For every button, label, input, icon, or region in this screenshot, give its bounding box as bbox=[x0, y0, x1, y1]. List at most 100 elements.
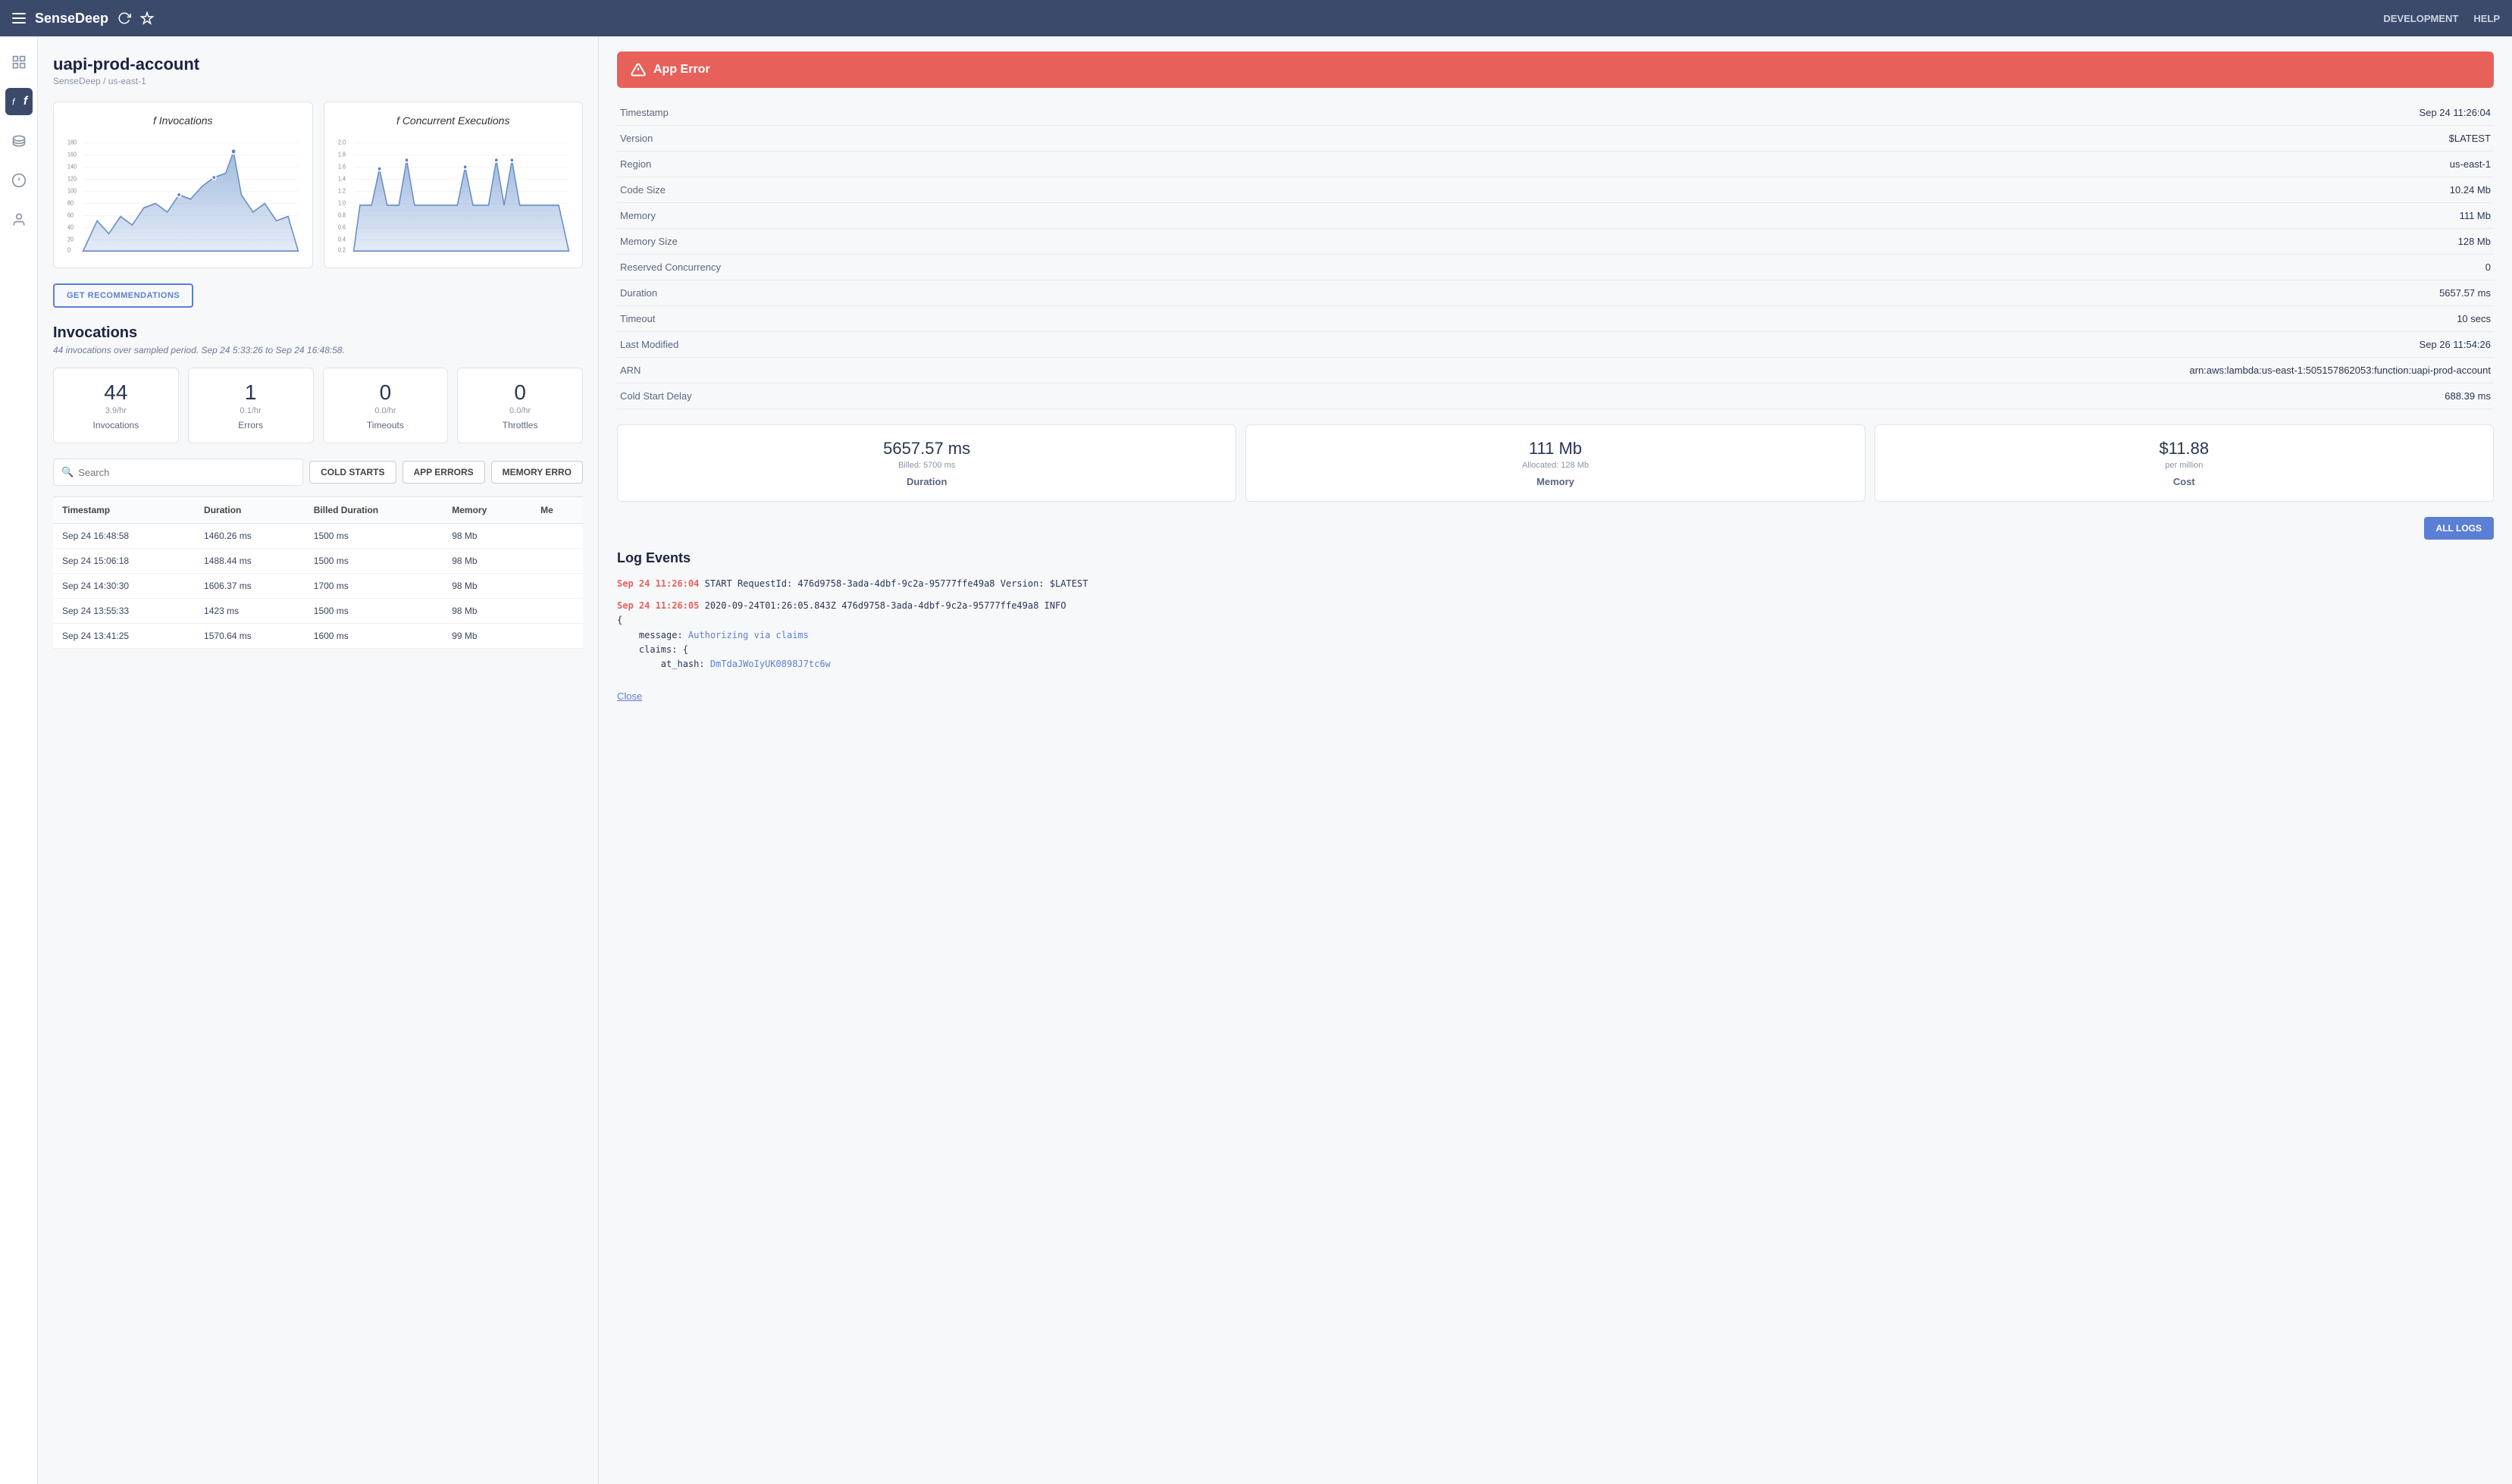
info-row: Timestamp Sep 24 11:26:04 bbox=[617, 100, 2494, 126]
svg-text:40: 40 bbox=[67, 224, 74, 230]
info-value: 5657.57 ms bbox=[753, 280, 2494, 306]
cell-duration: 1488.44 ms bbox=[195, 549, 305, 574]
info-row: Memory 111 Mb bbox=[617, 203, 2494, 229]
info-label: Timeout bbox=[617, 306, 753, 332]
svg-text:160: 160 bbox=[67, 151, 77, 158]
cell-timestamp: Sep 24 16:48:58 bbox=[53, 524, 195, 549]
stat-throttles-label: Throttles bbox=[470, 420, 570, 430]
invocations-svg: 180 160 140 120 100 80 60 40 20 0 bbox=[66, 134, 300, 255]
concurrent-chart-title: f Concurrent Executions bbox=[337, 114, 571, 127]
col-billed-duration: Billed Duration bbox=[305, 497, 443, 524]
search-input[interactable] bbox=[78, 467, 295, 478]
info-value: 688.39 ms bbox=[753, 384, 2494, 409]
metric-memory-label: Memory bbox=[1257, 476, 1853, 487]
svg-text:1.2: 1.2 bbox=[338, 187, 346, 194]
cell-duration: 1423 ms bbox=[195, 599, 305, 624]
magic-icon[interactable] bbox=[140, 11, 154, 25]
metric-duration-label: Duration bbox=[628, 476, 1225, 487]
stat-throttles-rate: 0.0/hr bbox=[470, 406, 570, 415]
cell-billed: 1500 ms bbox=[305, 599, 443, 624]
stat-invocations-rate: 3.9/hr bbox=[66, 406, 166, 415]
info-row: Code Size 10.24 Mb bbox=[617, 177, 2494, 203]
info-row: Last Modified Sep 26 11:54:26 bbox=[617, 332, 2494, 358]
stat-invocations-label: Invocations bbox=[66, 420, 166, 430]
sidebar-item-logs[interactable] bbox=[5, 127, 33, 155]
svg-text:20: 20 bbox=[67, 236, 74, 243]
invocations-chart-card: f Invocations 180 160 140 bbox=[53, 102, 313, 268]
metric-cost: $11.88 per million Cost bbox=[1875, 424, 2494, 502]
log-message-indent: message: bbox=[617, 630, 688, 640]
info-value: $LATEST bbox=[753, 126, 2494, 152]
invocations-chart-title: f Invocations bbox=[66, 114, 300, 127]
svg-text:0: 0 bbox=[67, 246, 70, 253]
stats-row: 44 3.9/hr Invocations 1 0.1/hr Errors 0 … bbox=[53, 368, 583, 443]
memory-errors-filter-button[interactable]: MEMORY ERRO bbox=[491, 461, 583, 484]
info-label: Region bbox=[617, 152, 753, 177]
nav-left: SenseDeep bbox=[12, 11, 154, 27]
svg-text:2.0: 2.0 bbox=[338, 139, 346, 146]
cell-duration: 1460.26 ms bbox=[195, 524, 305, 549]
cell-memory: 98 Mb bbox=[443, 574, 531, 599]
stat-errors-rate: 0.1/hr bbox=[201, 406, 301, 415]
cell-timestamp: Sep 24 13:41:25 bbox=[53, 624, 195, 649]
stat-invocations-number: 44 bbox=[66, 380, 166, 405]
info-value: 0 bbox=[753, 255, 2494, 280]
log-text-2: 2020-09-24T01:26:05.843Z 476d9758-3ada-4… bbox=[705, 600, 1067, 611]
log-event-1: Sep 24 11:26:04 START RequestId: 476d975… bbox=[617, 577, 2494, 591]
info-value: 10 secs bbox=[753, 306, 2494, 332]
app-errors-filter-button[interactable]: APP ERRORS bbox=[402, 461, 485, 484]
help-label[interactable]: HELP bbox=[2473, 13, 2500, 24]
info-label: Version bbox=[617, 126, 753, 152]
stat-errors-number: 1 bbox=[201, 380, 301, 405]
warning-icon bbox=[631, 62, 646, 77]
invocations-chart-area: 180 160 140 120 100 80 60 40 20 0 bbox=[66, 134, 300, 255]
sidebar: f f bbox=[0, 36, 38, 1484]
svg-text:f: f bbox=[12, 97, 16, 108]
info-label: Duration bbox=[617, 280, 753, 306]
cell-extra bbox=[531, 574, 583, 599]
cold-starts-filter-button[interactable]: COLD STARTS bbox=[309, 461, 396, 484]
sidebar-item-functions[interactable]: f f bbox=[5, 88, 33, 115]
stat-errors: 1 0.1/hr Errors bbox=[188, 368, 314, 443]
info-label: Last Modified bbox=[617, 332, 753, 358]
cell-extra bbox=[531, 524, 583, 549]
app-title: SenseDeep bbox=[35, 11, 108, 27]
cell-memory: 98 Mb bbox=[443, 524, 531, 549]
cell-extra bbox=[531, 599, 583, 624]
concurrent-svg: 2.0 1.8 1.6 1.4 1.2 1.0 0.8 0.6 0.4 0.2 … bbox=[337, 134, 571, 255]
main-container: uapi-prod-account SenseDeep / us-east-1 … bbox=[38, 36, 2512, 1484]
cell-billed: 1600 ms bbox=[305, 624, 443, 649]
table-row[interactable]: Sep 24 13:55:33 1423 ms 1500 ms 98 Mb bbox=[53, 599, 583, 624]
hamburger-icon[interactable] bbox=[12, 13, 26, 23]
col-timestamp: Timestamp bbox=[53, 497, 195, 524]
svg-text:1.0: 1.0 bbox=[338, 199, 346, 206]
info-label: Reserved Concurrency bbox=[617, 255, 753, 280]
svg-text:1.8: 1.8 bbox=[338, 151, 346, 158]
table-row[interactable]: Sep 24 14:30:30 1606.37 ms 1700 ms 98 Mb bbox=[53, 574, 583, 599]
stat-timeouts-number: 0 bbox=[336, 380, 436, 405]
cell-billed: 1700 ms bbox=[305, 574, 443, 599]
get-recommendations-button[interactable]: GET RECOMMENDATIONS bbox=[53, 283, 193, 308]
search-input-wrap[interactable]: 🔍 bbox=[53, 459, 303, 486]
info-label: Memory bbox=[617, 203, 753, 229]
all-logs-button[interactable]: ALL LOGS bbox=[2424, 517, 2494, 540]
close-link[interactable]: Close bbox=[617, 690, 642, 702]
svg-text:0.6: 0.6 bbox=[338, 224, 346, 230]
cell-timestamp: Sep 24 13:55:33 bbox=[53, 599, 195, 624]
sidebar-item-dashboard[interactable] bbox=[5, 49, 33, 76]
info-value: 128 Mb bbox=[753, 229, 2494, 255]
table-row[interactable]: Sep 24 16:48:58 1460.26 ms 1500 ms 98 Mb bbox=[53, 524, 583, 549]
table-row[interactable]: Sep 24 15:06:18 1488.44 ms 1500 ms 98 Mb bbox=[53, 549, 583, 574]
table-row[interactable]: Sep 24 13:41:25 1570.64 ms 1600 ms 99 Mb bbox=[53, 624, 583, 649]
sidebar-item-profile[interactable] bbox=[5, 206, 33, 233]
info-value: Sep 24 11:26:04 bbox=[753, 100, 2494, 126]
breadcrumb: SenseDeep / us-east-1 bbox=[53, 76, 583, 86]
svg-text:180: 180 bbox=[67, 139, 77, 146]
right-panel: App Error Timestamp Sep 24 11:26:04 Vers… bbox=[599, 36, 2512, 1484]
info-row: Cold Start Delay 688.39 ms bbox=[617, 384, 2494, 409]
sidebar-item-alerts[interactable] bbox=[5, 167, 33, 194]
log-claims: claims: { bbox=[617, 644, 688, 655]
cell-memory: 98 Mb bbox=[443, 599, 531, 624]
refresh-icon[interactable] bbox=[117, 11, 131, 25]
log-events-title: Log Events bbox=[617, 550, 2494, 566]
